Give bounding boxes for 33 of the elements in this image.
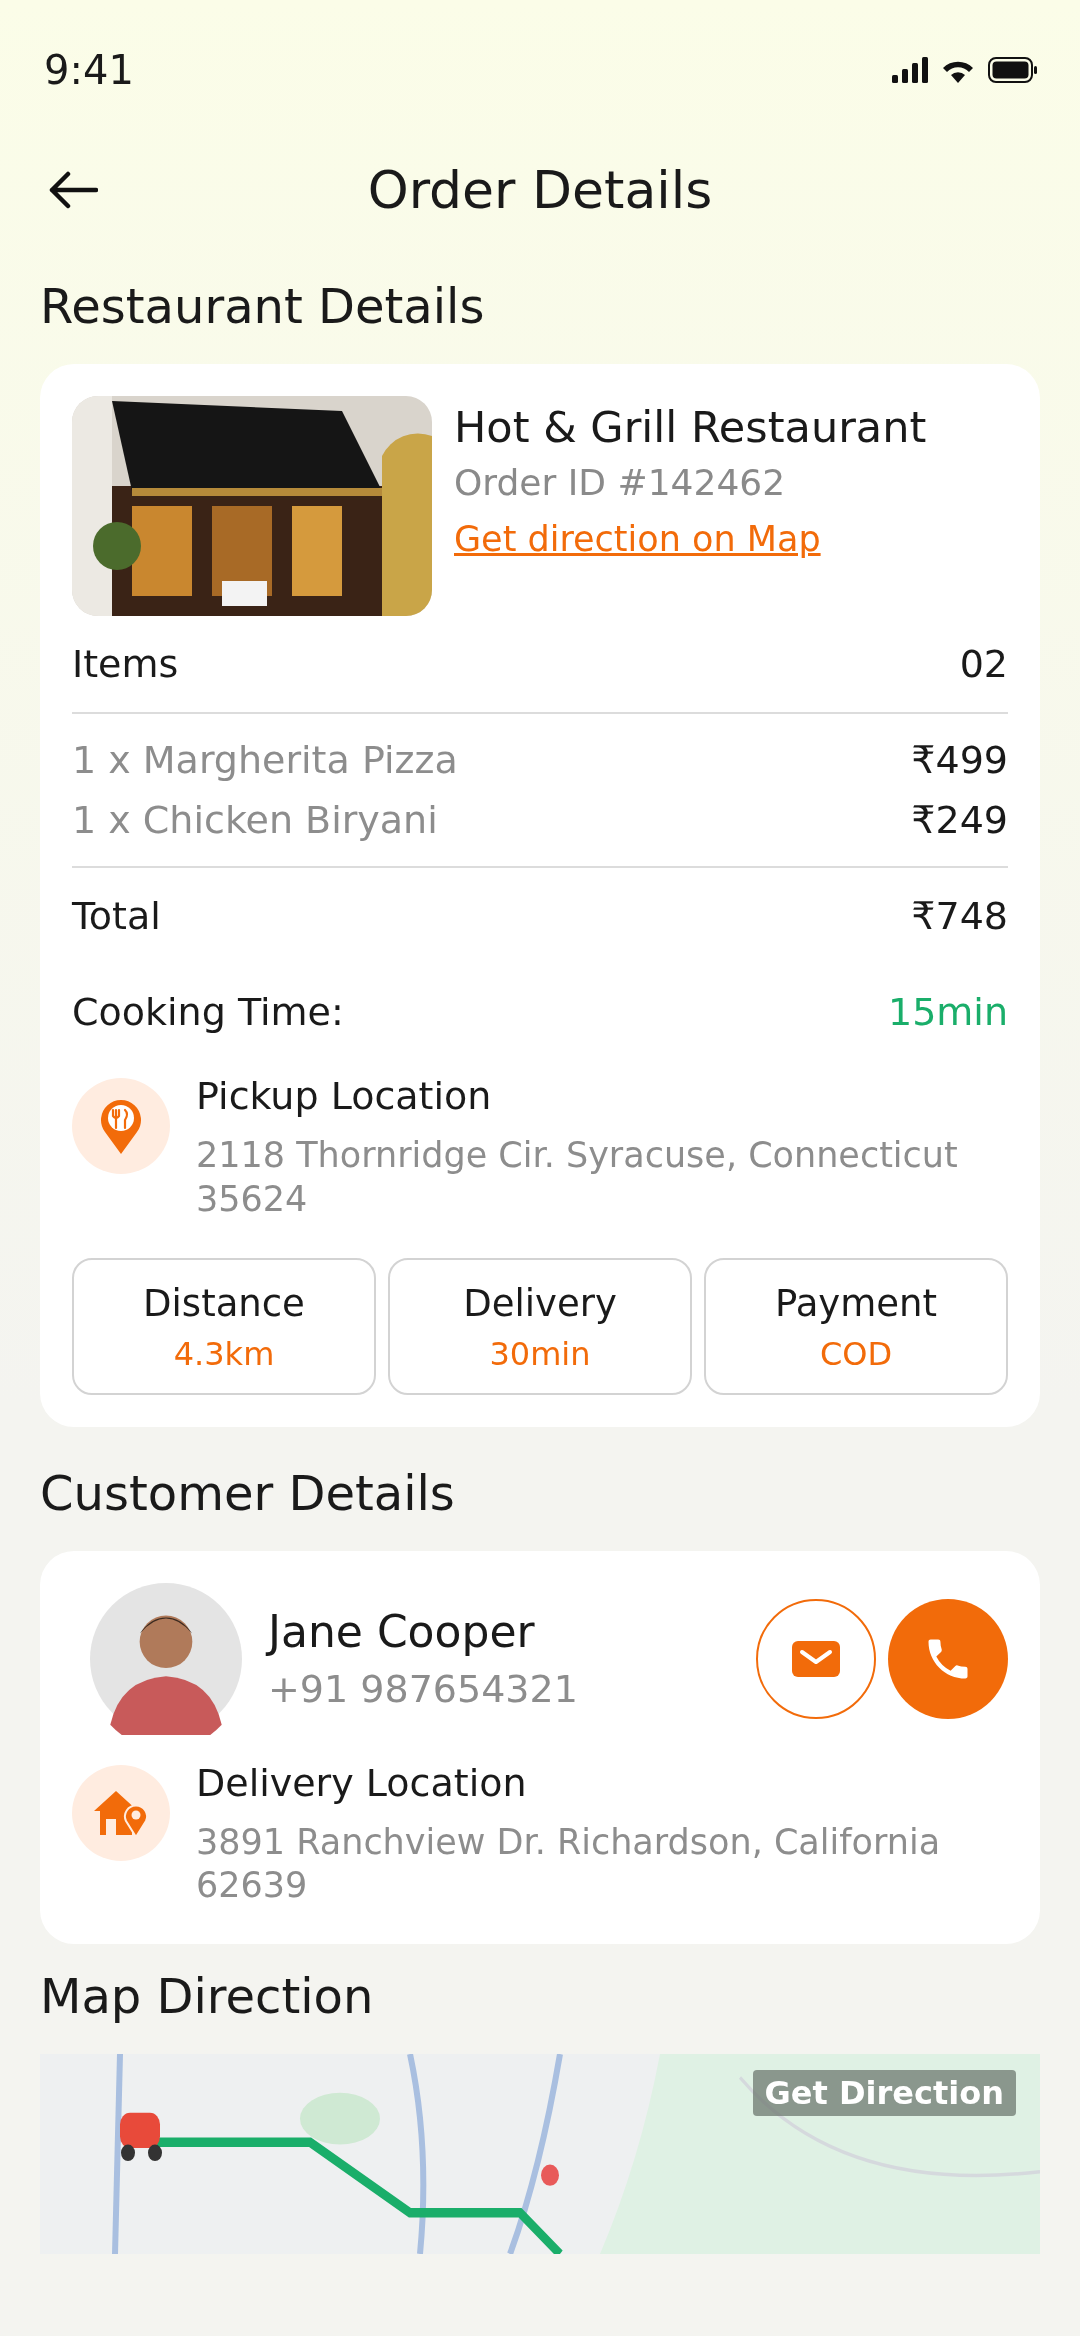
page-title: Order Details <box>367 160 713 220</box>
order-id: Order ID #142462 <box>454 462 787 503</box>
location-address: 3891 Ranchview Dr. Richardson, California 62639 <box>196 1820 942 1908</box>
section-heading: Restaurant Details <box>40 278 486 334</box>
location-address: 2118 Thornridge Cir. Syracuse, Connecticut 35624 <box>196 1134 959 1221</box>
stat-value: 30min <box>489 1334 591 1373</box>
cooking-time: 15min <box>888 990 1008 1034</box>
items-label: Items <box>72 642 179 686</box>
item-price: ₹249 <box>911 798 1008 842</box>
map-link[interactable]: Get direction on Map <box>454 519 927 559</box>
item-price: ₹499 <box>911 738 1008 782</box>
item-name: 1 x Margherita Pizza <box>72 738 458 782</box>
status-time: 9:41 <box>44 47 134 93</box>
cooking-time-label: Cooking Time: <box>72 990 344 1034</box>
location-title: Pickup Location <box>196 1074 493 1118</box>
stat-value: 4.3km <box>173 1334 275 1373</box>
location-title: Delivery Location <box>196 1760 528 1805</box>
stat-label: Payment <box>775 1281 937 1325</box>
items-count: 02 <box>959 642 1008 686</box>
stat-label: Delivery <box>463 1281 617 1325</box>
customer-phone: +91 987654321 <box>268 1667 579 1711</box>
restaurant-name: Hot & Grill Restaurant <box>454 402 927 452</box>
stat-label: Distance <box>143 1281 305 1325</box>
item-name: 1 x Chicken Biryani <box>72 798 438 842</box>
total-amount: ₹748 <box>911 894 1008 938</box>
battery-icon <box>988 57 1038 83</box>
signal-icon <box>892 57 928 83</box>
get-direction-button[interactable]: Get Direction <box>752 2070 1016 2116</box>
section-heading: Map Direction <box>40 1968 375 2024</box>
section-heading: Customer Details <box>40 1464 456 1521</box>
mail-icon <box>792 1640 840 1677</box>
stat-value: COD <box>819 1334 893 1373</box>
total-label: Total <box>72 894 161 938</box>
